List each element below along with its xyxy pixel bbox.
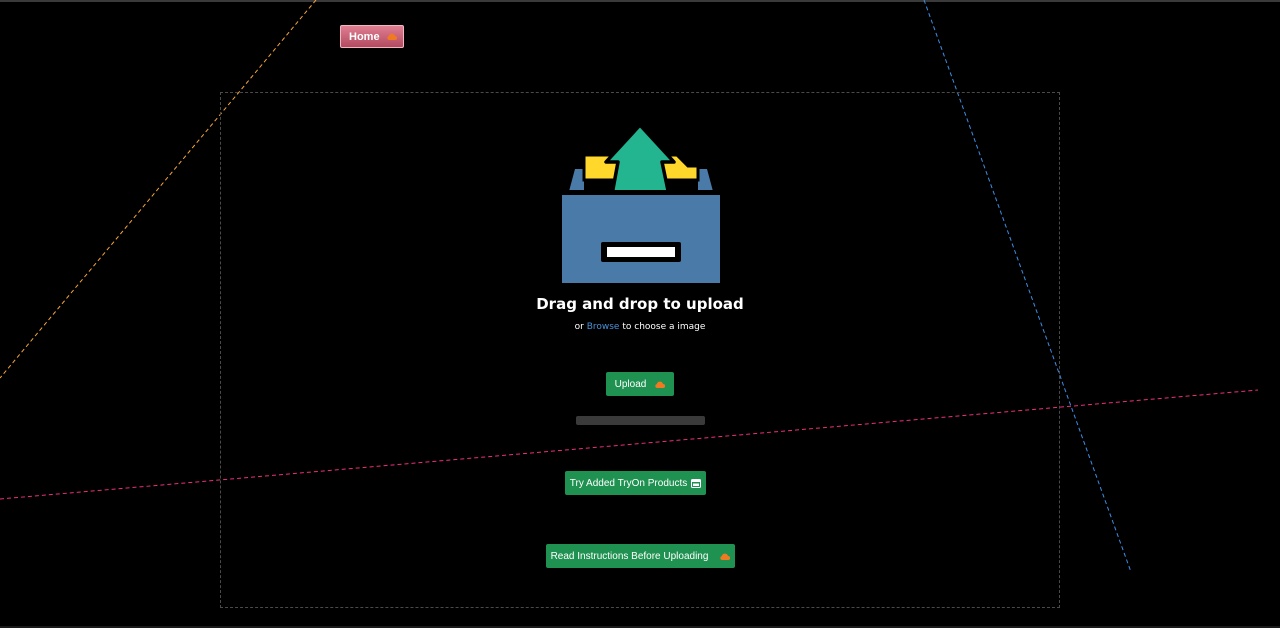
home-button-label: Home [349,30,380,43]
subtitle-suffix: to choose a image [622,322,706,332]
top-border [0,0,1280,2]
upload-button[interactable]: Upload [606,372,674,396]
cloud-icon [720,553,731,560]
browse-link[interactable]: Browse [587,322,620,332]
upload-dropzone[interactable]: Drag and drop to upload or Browse to cho… [220,92,1060,608]
upload-tray-icon [561,125,721,283]
upload-title: Drag and drop to upload [536,295,744,313]
window-icon [691,478,702,488]
subtitle-prefix: or [574,322,584,332]
upload-subtitle: or Browse to choose a image [221,322,1059,332]
instructions-button-label: Read Instructions Before Uploading [550,550,709,562]
home-button[interactable]: Home [340,25,404,48]
cloud-icon [387,33,398,40]
tryon-button-label: Try Added TryOn Products [569,477,688,489]
upload-progress-bar [576,416,705,425]
try-tryon-products-button[interactable]: Try Added TryOn Products [565,471,706,495]
read-instructions-button[interactable]: Read Instructions Before Uploading [546,544,735,568]
upload-button-label: Upload [614,378,647,390]
cloud-icon [655,381,666,388]
